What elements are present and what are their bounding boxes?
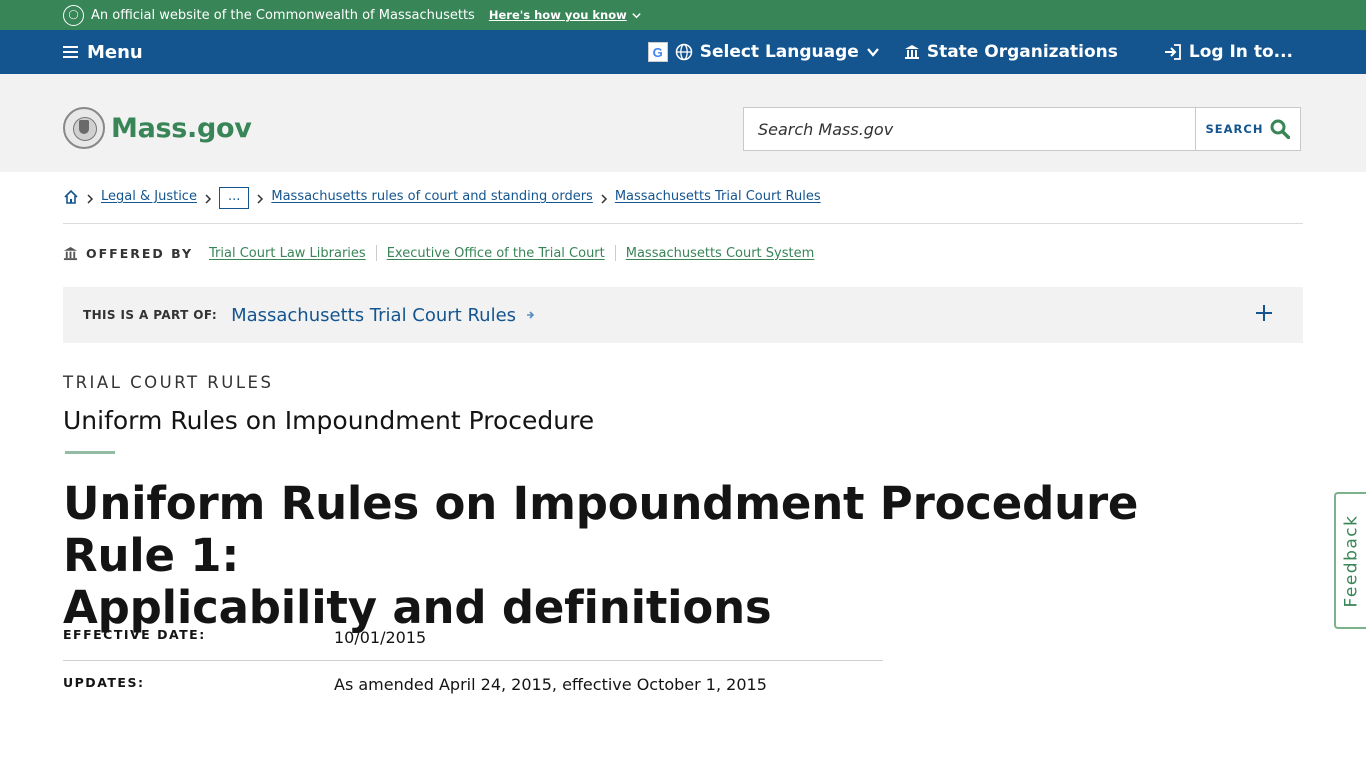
- list-item: EFFECTIVE DATE: 10/01/2015: [63, 614, 883, 661]
- part-of-link-text: Massachusetts Trial Court Rules: [231, 304, 517, 326]
- page-title-line1: Uniform Rules on Impoundment Procedure R…: [63, 477, 1139, 582]
- divider: [614, 245, 616, 261]
- heres-how-you-know-button[interactable]: Here's how you know: [489, 8, 642, 22]
- divider: [65, 451, 115, 454]
- chevron-right-icon: [86, 189, 94, 209]
- breadcrumb-rules-of-court[interactable]: Massachusetts rules of court and standin…: [271, 189, 592, 204]
- part-of-link[interactable]: Massachusetts Trial Court Rules: [231, 305, 536, 326]
- chevron-down-icon: [866, 48, 879, 57]
- search-bar: SEARCH: [743, 107, 1301, 151]
- effective-date-label: EFFECTIVE DATE:: [63, 627, 206, 642]
- logo-text: Mass.gov: [111, 112, 252, 144]
- google-translate-icon: G: [647, 42, 668, 62]
- chevron-right-icon: [256, 189, 264, 209]
- top-navbar: Menu G Select Language State Organizatio…: [0, 30, 1366, 74]
- updates-value: As amended April 24, 2015, effective Oct…: [334, 675, 767, 694]
- search-input[interactable]: [744, 108, 1195, 150]
- effective-date-value: 10/01/2015: [334, 628, 427, 647]
- chevron-down-icon: [632, 12, 641, 18]
- menu-label: Menu: [87, 41, 143, 63]
- site-header: Mass.gov SEARCH: [0, 74, 1366, 172]
- login-icon: [1164, 44, 1181, 60]
- arrow-right-icon: [527, 311, 535, 319]
- building-icon: [904, 45, 919, 59]
- building-icon: [63, 246, 78, 260]
- page-subtitle: Uniform Rules on Impoundment Procedure: [63, 406, 595, 435]
- login-button[interactable]: Log In to...: [1164, 42, 1293, 62]
- chevron-right-icon: [204, 189, 212, 209]
- org-link-court-system[interactable]: Massachusetts Court System: [626, 246, 815, 261]
- offered-by-label: OFFERED BY: [86, 245, 194, 261]
- login-label: Log In to...: [1188, 42, 1293, 62]
- expand-plus-icon[interactable]: [1255, 304, 1273, 322]
- org-link-trial-court-law-libraries[interactable]: Trial Court Law Libraries: [209, 246, 366, 261]
- heres-how-you-know-label: Here's how you know: [488, 8, 627, 22]
- home-icon[interactable]: [63, 189, 79, 209]
- breadcrumb: Legal & Justice ... Massachusetts rules …: [63, 187, 1303, 224]
- rule-metadata: EFFECTIVE DATE: 10/01/2015 UPDATES: As a…: [63, 614, 883, 694]
- updates-label: UPDATES:: [63, 675, 145, 690]
- breadcrumb-trial-court-rules[interactable]: Massachusetts Trial Court Rules: [615, 189, 821, 204]
- state-seal-icon: [63, 107, 105, 149]
- select-language-button[interactable]: G Select Language: [647, 42, 880, 62]
- feedback-label: Feedback: [1341, 514, 1361, 607]
- org-link-executive-office[interactable]: Executive Office of the Trial Court: [387, 246, 605, 261]
- mass-gov-logo[interactable]: Mass.gov: [63, 107, 252, 149]
- list-item: UPDATES: As amended April 24, 2015, effe…: [63, 661, 883, 694]
- official-banner-text: An official website of the Commonwealth …: [91, 7, 475, 23]
- official-banner: ◯ An official website of the Commonwealt…: [0, 0, 1366, 30]
- divider: [375, 245, 377, 261]
- part-of-label: THIS IS A PART OF:: [83, 308, 218, 322]
- search-button-label: SEARCH: [1205, 122, 1264, 136]
- state-organizations-label: State Organizations: [926, 42, 1118, 62]
- menu-button[interactable]: Menu: [63, 30, 143, 74]
- breadcrumb-legal-justice[interactable]: Legal & Justice: [101, 189, 197, 204]
- part-of-bar: THIS IS A PART OF: Massachusetts Trial C…: [63, 287, 1303, 343]
- chevron-right-icon: [600, 189, 608, 209]
- state-seal-icon: ◯: [63, 4, 84, 26]
- search-button[interactable]: SEARCH: [1195, 108, 1300, 150]
- globe-icon: [675, 43, 692, 61]
- select-language-label: Select Language: [699, 42, 859, 62]
- feedback-tab[interactable]: Feedback: [1334, 492, 1366, 629]
- search-icon: [1270, 119, 1291, 139]
- breadcrumb-ellipsis-button[interactable]: ...: [218, 187, 250, 209]
- offered-by: OFFERED BY Trial Court Law Libraries Exe…: [63, 245, 814, 261]
- page-title: Uniform Rules on Impoundment Procedure R…: [63, 478, 1263, 634]
- hamburger-icon: [63, 46, 78, 58]
- page-category: TRIAL COURT RULES: [63, 373, 274, 392]
- state-organizations-button[interactable]: State Organizations: [904, 42, 1118, 62]
